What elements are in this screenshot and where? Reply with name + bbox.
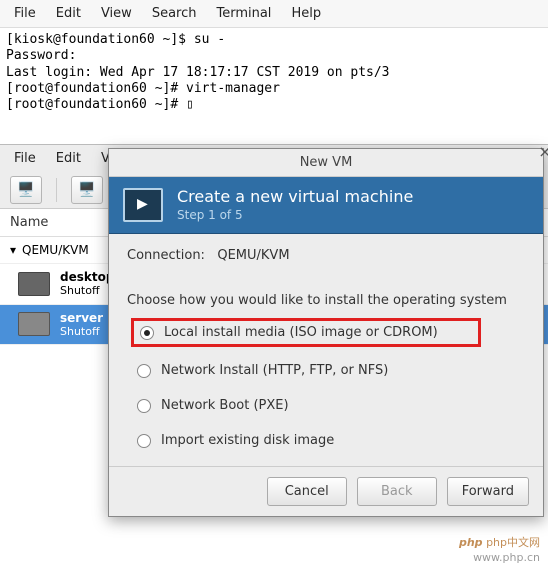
toolbar-separator [56, 178, 57, 202]
terminal-output[interactable]: [kiosk@foundation60 ~]$ su - Password: L… [0, 28, 548, 117]
radio-network-boot[interactable]: Network Boot (PXE) [131, 394, 525, 417]
dialog-footer: Cancel Back Forward [109, 466, 543, 516]
vm-icon [18, 272, 50, 296]
vmm-menu-edit[interactable]: Edit [48, 149, 89, 168]
radio-local-install[interactable]: Local install media (ISO image or CDROM) [131, 318, 481, 347]
vm-status: Shutoff [60, 325, 103, 338]
monitor-icon: 🖥️ [78, 182, 95, 198]
vm-play-icon [123, 188, 163, 222]
dialog-title: New VM × [109, 149, 543, 177]
choose-install-label: Choose how you would like to install the… [127, 293, 525, 308]
dialog-body: Connection: QEMU/KVM Choose how you woul… [109, 234, 543, 466]
close-icon[interactable]: × [535, 141, 548, 161]
menu-file[interactable]: File [6, 4, 44, 23]
dialog-header: Create a new virtual machine Step 1 of 5 [109, 177, 543, 234]
install-method-group: Local install media (ISO image or CDROM)… [127, 318, 525, 452]
terminal-menubar: File Edit View Search Terminal Help [0, 0, 548, 28]
radio-label: Network Boot (PXE) [161, 398, 289, 413]
connection-label: QEMU/KVM [22, 243, 89, 257]
radio-network-install[interactable]: Network Install (HTTP, FTP, or NFS) [131, 359, 525, 382]
menu-edit[interactable]: Edit [48, 4, 89, 23]
radio-label: Import existing disk image [161, 433, 334, 448]
connection-value: QEMU/KVM [217, 248, 289, 263]
vm-name: server [60, 311, 103, 325]
connection-label: Connection: [127, 248, 205, 263]
dialog-step: Step 1 of 5 [177, 208, 413, 224]
radio-label: Network Install (HTTP, FTP, or NFS) [161, 363, 388, 378]
radio-icon [137, 434, 151, 448]
new-vm-dialog: New VM × Create a new virtual machine St… [108, 148, 544, 517]
menu-search[interactable]: Search [144, 4, 205, 23]
open-vm-button[interactable]: 🖥️ [71, 176, 103, 204]
dialog-heading: Create a new virtual machine [177, 187, 413, 208]
watermark-url: www.php.cn [473, 551, 540, 564]
vm-name: desktop [60, 270, 114, 284]
back-button[interactable]: Back [357, 477, 437, 506]
menu-view[interactable]: View [93, 4, 140, 23]
radio-label: Local install media (ISO image or CDROM) [164, 325, 438, 340]
vm-icon [18, 312, 50, 336]
cancel-button[interactable]: Cancel [267, 477, 347, 506]
forward-button[interactable]: Forward [447, 477, 529, 506]
menu-terminal[interactable]: Terminal [208, 4, 279, 23]
radio-icon [137, 364, 151, 378]
menu-help[interactable]: Help [283, 4, 329, 23]
vm-status: Shutoff [60, 284, 114, 297]
radio-icon [140, 326, 154, 340]
chevron-down-icon: ▾ [10, 243, 16, 257]
vmm-menu-file[interactable]: File [6, 149, 44, 168]
monitor-icon: 🖥️ [17, 182, 34, 198]
watermark-brand: php php中文网 [459, 534, 540, 550]
radio-import-disk[interactable]: Import existing disk image [131, 429, 525, 452]
new-vm-button[interactable]: 🖥️ [10, 176, 42, 204]
radio-icon [137, 399, 151, 413]
